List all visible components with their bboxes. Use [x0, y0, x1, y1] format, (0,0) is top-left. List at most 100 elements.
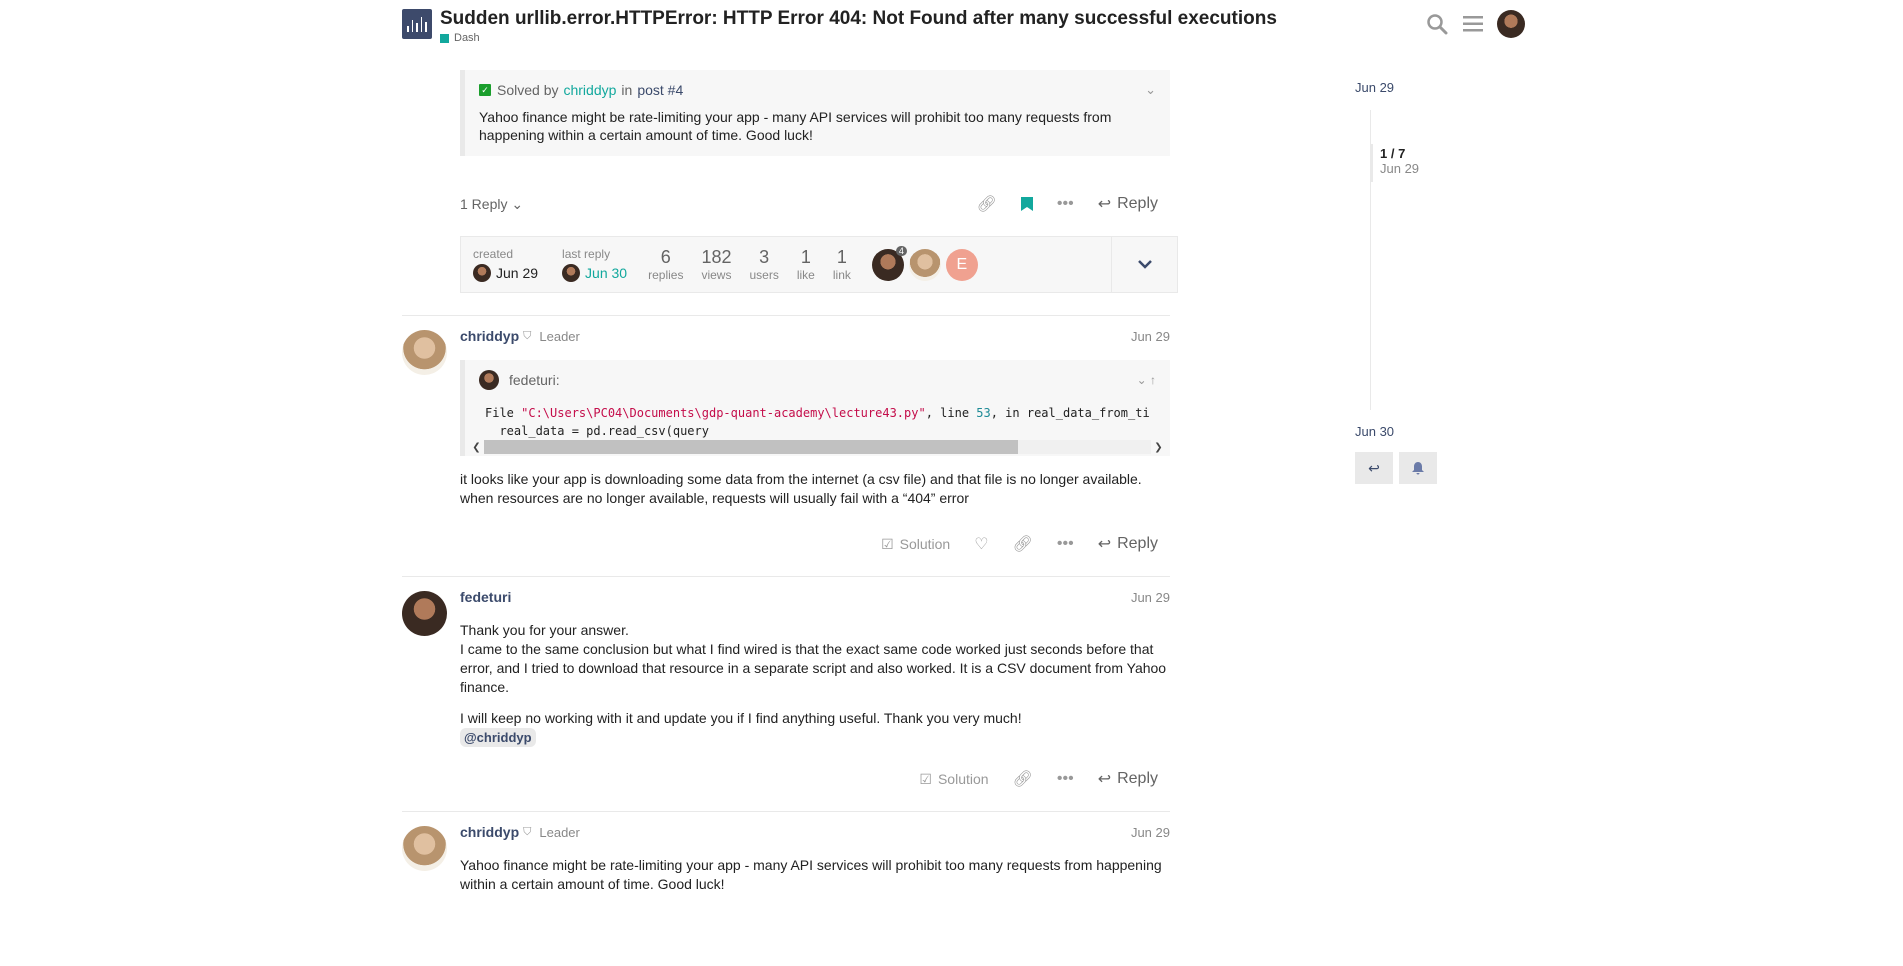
solved-user-link[interactable]: chriddyp — [563, 82, 616, 98]
reply-arrow-icon: ↩ — [1368, 459, 1380, 476]
solution-button[interactable]: ☑ Solution — [869, 527, 962, 561]
stat-label: users — [749, 268, 779, 282]
post-avatar[interactable] — [402, 330, 447, 375]
post-content: it looks like your app is downloading so… — [460, 470, 1170, 508]
participant-avatar[interactable] — [908, 248, 941, 281]
code-string: "C:\Users\PC04\Documents\gdp-quant-acade… — [521, 406, 926, 420]
post-avatar[interactable] — [402, 826, 447, 871]
participant-avatar[interactable]: 4 — [871, 245, 907, 281]
code-number: 53 — [976, 406, 991, 420]
stat-likes: 1 like — [788, 247, 824, 282]
check-icon: ✓ — [479, 84, 491, 96]
creator-avatar[interactable] — [473, 264, 491, 282]
created-date: Jun 29 — [496, 265, 539, 281]
user-title: Leader — [539, 328, 580, 344]
scroll-right-icon[interactable]: ❯ — [1151, 442, 1166, 453]
expand-topic-map-button[interactable] — [1111, 237, 1177, 292]
scroll-track[interactable] — [484, 440, 1151, 454]
more-icon[interactable]: ••• — [1045, 187, 1086, 221]
reply-label: Reply — [1117, 770, 1158, 787]
post-header: chriddyp ⛉ Leader Jun 29 — [460, 822, 1170, 842]
stat-value: 6 — [660, 247, 671, 267]
username[interactable]: fedeturi — [460, 589, 511, 605]
link-icon[interactable]: 🔗︎ — [965, 187, 1009, 221]
user-mention[interactable]: @chriddyp — [460, 728, 536, 747]
post-date[interactable]: Jun 29 — [1131, 329, 1170, 344]
notification-bell-button[interactable] — [1399, 452, 1437, 484]
post-controls: ☑ Solution 🔗︎ ••• ↩ Reply — [460, 759, 1170, 799]
username[interactable]: chriddyp — [460, 328, 519, 344]
reply-arrow-icon: ↩ — [1097, 196, 1112, 213]
code-text: File — [485, 406, 522, 420]
last-replier-avatar[interactable] — [562, 264, 581, 282]
chevron-down-icon[interactable]: ⌄ — [1145, 82, 1156, 98]
scroll-left-icon[interactable]: ❮ — [469, 442, 484, 453]
quote-header: fedeturi: ⌄ ↑ — [465, 360, 1170, 396]
header-icons — [1425, 10, 1525, 38]
heart-icon[interactable]: ♡ — [962, 527, 1000, 561]
code-text: , line — [925, 406, 977, 420]
post-text: Thank you for your answer. — [460, 622, 629, 638]
quote-avatar — [479, 370, 499, 390]
replies-toggle-button[interactable]: 1 Reply ⌄ — [460, 196, 523, 213]
category-badge[interactable]: Dash — [440, 32, 1277, 44]
hamburger-menu-icon[interactable] — [1461, 12, 1485, 36]
code-scrollbar[interactable]: ❮ ❯ — [465, 440, 1170, 456]
stat-label: like — [796, 268, 815, 282]
post-count-badge: 4 — [895, 245, 907, 256]
reply-arrow-icon: ↩ — [1097, 536, 1112, 553]
link-icon[interactable]: 🔗︎ — [1001, 762, 1045, 796]
topic-posts: ✓ Solved by chriddyp in post #4 ⌄ Yahoo … — [402, 48, 1178, 906]
last-reply-section: last reply Jun 30 — [550, 247, 639, 282]
timeline-post-date: Jun 29 — [1380, 161, 1420, 176]
site-logo[interactable] — [402, 9, 432, 39]
stat-links: 1 link — [824, 247, 860, 282]
last-reply-date[interactable]: Jun 30 — [585, 265, 627, 281]
search-icon[interactable] — [1425, 12, 1449, 36]
code-text: , in real_data_from_ti — [990, 406, 1150, 420]
stat-label: link — [832, 268, 851, 282]
link-icon[interactable]: 🔗︎ — [1001, 527, 1045, 561]
solved-post-link[interactable]: post #4 — [637, 82, 683, 98]
post-avatar[interactable] — [402, 591, 447, 636]
post-actions: 🔗︎ ••• ↩ Reply — [965, 187, 1170, 221]
post-date[interactable]: Jun 29 — [1131, 590, 1170, 605]
post-date[interactable]: Jun 29 — [1131, 825, 1170, 840]
stat-value: 1 — [800, 247, 811, 267]
solution-button[interactable]: ☑ Solution — [907, 762, 1000, 796]
topic-title[interactable]: Sudden urllib.error.HTTPError: HTTP Erro… — [440, 8, 1277, 30]
quote-expand-icons[interactable]: ⌄ ↑ — [1137, 373, 1156, 387]
post-text: I came to the same conclusion but what I… — [460, 641, 1167, 695]
timeline-position: 1 / 7 Jun 29 — [1380, 146, 1419, 176]
timeline-buttons: ↩ — [1355, 452, 1437, 484]
reply-button[interactable]: ↩ Reply — [1086, 762, 1170, 796]
more-icon[interactable]: ••• — [1045, 527, 1086, 561]
scroll-thumb[interactable] — [484, 440, 1018, 454]
timeline-handle[interactable] — [1370, 144, 1373, 182]
bookmark-icon[interactable] — [1009, 187, 1045, 221]
post-header: fedeturi Jun 29 — [460, 587, 1170, 607]
stat-value: 3 — [759, 247, 770, 267]
replies-label: 1 Reply — [460, 195, 508, 212]
post-controls: 1 Reply ⌄ 🔗︎ ••• ↩ Reply — [460, 184, 1170, 224]
post-controls: ☑ Solution ♡ 🔗︎ ••• ↩ Reply — [460, 524, 1170, 564]
more-icon[interactable]: ••• — [1045, 762, 1086, 796]
site-header: Sudden urllib.error.HTTPError: HTTP Erro… — [0, 0, 1903, 48]
participant-avatars: 4 E — [871, 245, 978, 281]
username[interactable]: chriddyp — [460, 824, 519, 840]
timeline-start-date[interactable]: Jun 29 — [1355, 80, 1475, 95]
stat-views: 182 views — [692, 247, 740, 282]
stat-users: 3 users — [741, 247, 788, 282]
reply-button[interactable]: ↩ Reply — [1086, 187, 1170, 221]
current-user-avatar[interactable] — [1497, 10, 1525, 38]
reply-button[interactable]: ↩ Reply — [1086, 527, 1170, 561]
reply-to-topic-button[interactable]: ↩ — [1355, 452, 1393, 484]
post-content: Yahoo finance might be rate-limiting you… — [460, 856, 1170, 894]
last-reply-label: last reply — [562, 247, 611, 261]
stat-value: 182 — [701, 247, 732, 267]
code-block: File "C:\Users\PC04\Documents\gdp-quant-… — [465, 396, 1170, 440]
post: fedeturi Jun 29 Thank you for your answe… — [402, 576, 1170, 799]
timeline-end-date[interactable]: Jun 30 — [1355, 424, 1394, 439]
participant-avatar[interactable]: E — [945, 248, 978, 281]
solution-text: Yahoo finance might be rate-limiting you… — [479, 109, 1112, 143]
